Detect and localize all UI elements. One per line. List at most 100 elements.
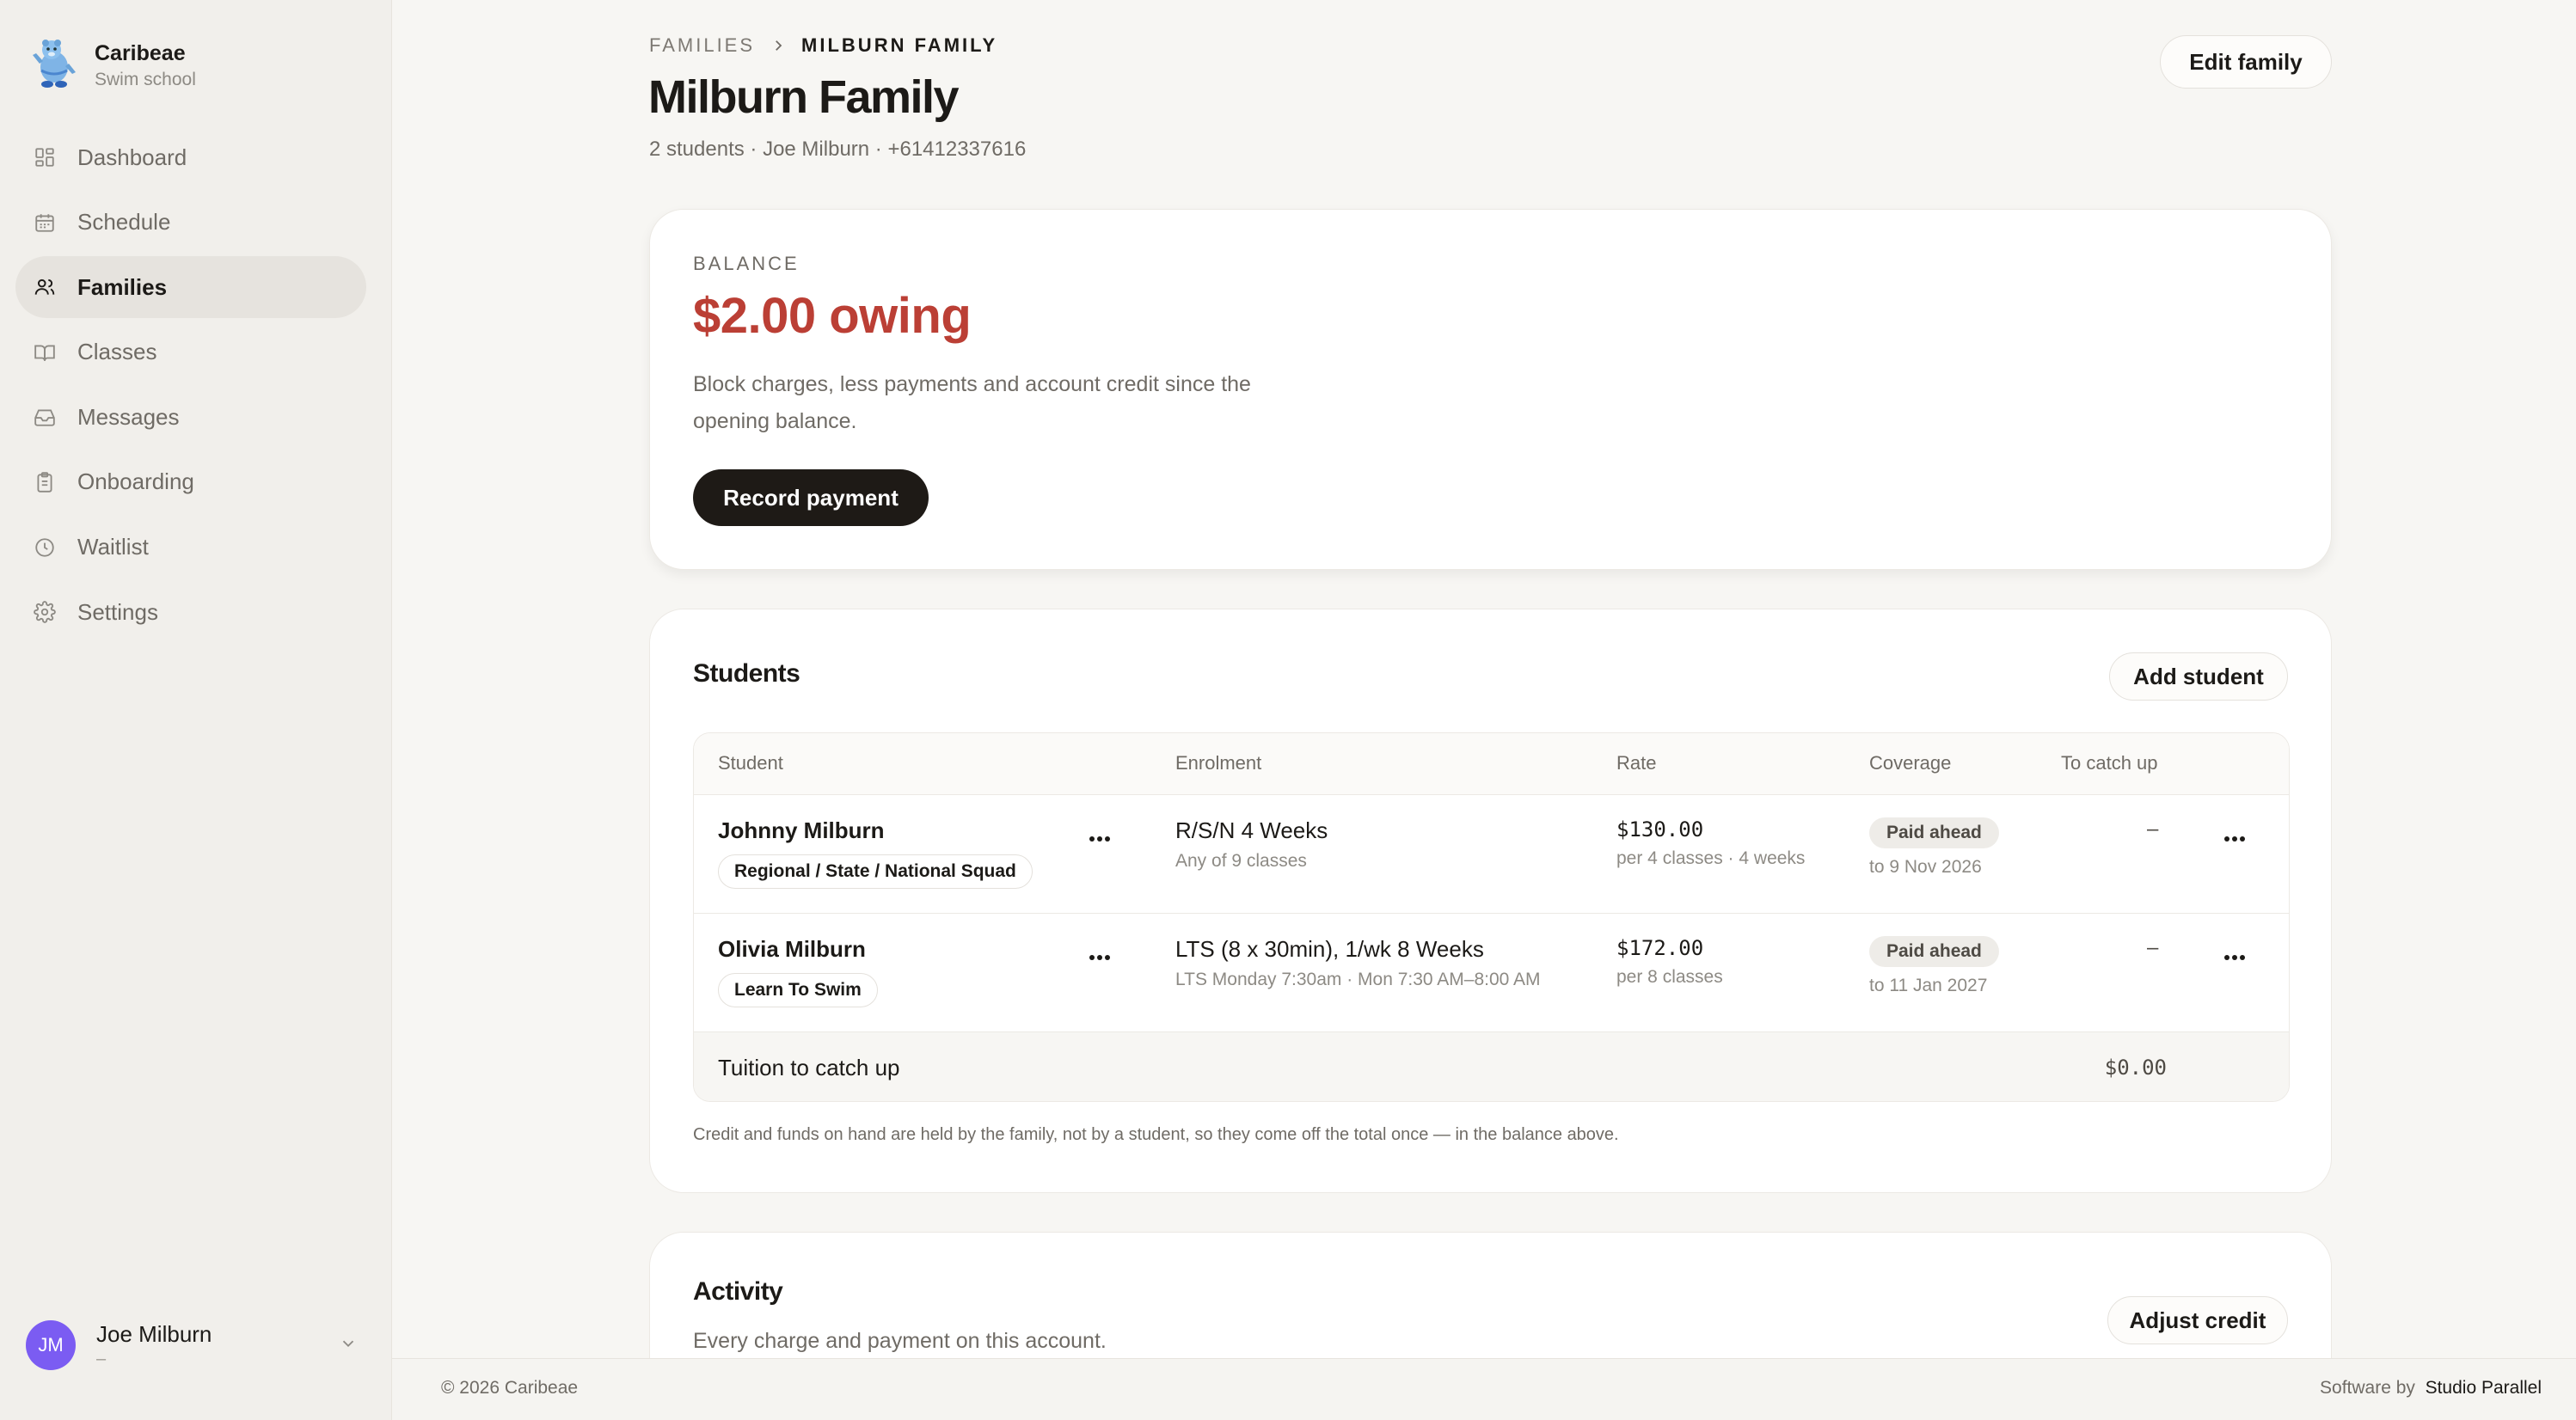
column-header-coverage: Coverage bbox=[1869, 752, 1952, 774]
clipboard-icon bbox=[33, 470, 57, 494]
student-cell: Olivia Milburn Learn To Swim bbox=[718, 936, 878, 1007]
chevron-down-icon bbox=[339, 1334, 358, 1357]
student-name[interactable]: Johnny Milburn bbox=[718, 817, 1033, 844]
credits: Software by Studio Parallel bbox=[2320, 1378, 2542, 1399]
rate-cell: $130.00 per 4 classes · 4 weeks bbox=[1616, 817, 1805, 869]
mascot-logo-icon bbox=[33, 40, 76, 88]
breadcrumb-current: MILBURN FAMILY bbox=[801, 34, 998, 56]
catch-up-total-label: Tuition to catch up bbox=[718, 1055, 900, 1080]
sidebar-item-label: Dashboard bbox=[77, 144, 187, 170]
column-header-enrolment: Enrolment bbox=[1175, 752, 1262, 774]
rate-detail: per 8 classes bbox=[1616, 967, 1723, 987]
breadcrumb: FAMILIES MILBURN FAMILY bbox=[649, 34, 997, 57]
chevron-right-icon bbox=[770, 38, 786, 53]
clock-icon bbox=[33, 536, 57, 560]
adjust-credit-button[interactable]: Adjust credit bbox=[2107, 1296, 2288, 1344]
student-more-button[interactable] bbox=[1083, 949, 1117, 966]
balance-description: Block charges, less payments and account… bbox=[693, 372, 1251, 433]
sidebar-item-schedule[interactable]: Schedule bbox=[15, 192, 366, 254]
breadcrumb-families-link[interactable]: FAMILIES bbox=[649, 34, 755, 57]
sidebar-item-label: Classes bbox=[77, 339, 157, 365]
sidebar-item-messages[interactable]: Messages bbox=[15, 386, 366, 448]
dashboard-icon bbox=[33, 145, 57, 169]
table-header: Student Enrolment Rate Coverage To catch… bbox=[694, 733, 2289, 795]
student-name[interactable]: Olivia Milburn bbox=[718, 936, 878, 963]
brand[interactable]: Caribeae Swim school bbox=[31, 38, 196, 93]
page-footer: © 2026 Caribeae Software by Studio Paral… bbox=[392, 1358, 2576, 1420]
sidebar-nav: Dashboard Schedule Families Classes Mess… bbox=[15, 126, 366, 646]
sidebar: Caribeae Swim school Dashboard Schedule … bbox=[0, 0, 392, 1420]
student-program-tag: Learn To Swim bbox=[718, 973, 878, 1007]
enrolment-cell: R/S/N 4 Weeks Any of 9 classes bbox=[1175, 817, 1328, 872]
catch-up-value: – bbox=[2147, 936, 2159, 959]
sidebar-item-onboarding[interactable]: Onboarding bbox=[15, 451, 366, 513]
book-icon bbox=[33, 340, 57, 364]
table-footer: Tuition to catch up $0.00 bbox=[694, 1032, 2289, 1101]
catch-up-total-value: $0.00 bbox=[2104, 1056, 2167, 1080]
page-title: Milburn Family bbox=[648, 71, 960, 123]
student-program-tag: Regional / State / National Squad bbox=[718, 854, 1033, 889]
enrolment-name: R/S/N 4 Weeks bbox=[1175, 817, 1328, 843]
coverage-cell: Paid ahead to 11 Jan 2027 bbox=[1869, 936, 1999, 996]
users-icon bbox=[33, 275, 57, 299]
column-header-student: Student bbox=[718, 752, 783, 774]
balance-amount: $2.00 owing bbox=[693, 288, 972, 344]
sidebar-item-waitlist[interactable]: Waitlist bbox=[15, 517, 366, 578]
enrolment-detail: Any of 9 classes bbox=[1175, 851, 1307, 871]
sidebar-item-dashboard[interactable]: Dashboard bbox=[15, 126, 366, 188]
page-subtitle: 2 students · Joe Milburn · +61412337616 bbox=[649, 138, 1027, 161]
gear-icon bbox=[33, 600, 57, 624]
edit-family-button[interactable]: Edit family bbox=[2160, 35, 2332, 89]
row-more-button[interactable] bbox=[2217, 830, 2252, 848]
table-row: Johnny Milburn Regional / State / Nation… bbox=[694, 795, 2289, 914]
inbox-icon bbox=[33, 405, 57, 429]
coverage-date: to 9 Nov 2026 bbox=[1869, 857, 1982, 877]
add-student-button[interactable]: Add student bbox=[2109, 652, 2288, 701]
row-more-button[interactable] bbox=[2217, 949, 2252, 966]
balance-label: BALANCE bbox=[693, 253, 800, 274]
column-header-catch-up: To catch up bbox=[2061, 752, 2158, 774]
activity-title: Activity bbox=[693, 1277, 783, 1306]
rate-detail: per 4 classes · 4 weeks bbox=[1616, 848, 1806, 868]
rate-amount: $130.00 bbox=[1616, 817, 1704, 842]
table-row: Olivia Milburn Learn To Swim LTS (8 x 30… bbox=[694, 914, 2289, 1032]
sidebar-item-classes[interactable]: Classes bbox=[15, 321, 366, 383]
user-subtitle: – bbox=[96, 1350, 107, 1368]
enrolment-name: LTS (8 x 30min), 1/wk 8 Weeks bbox=[1175, 936, 1484, 962]
user-name: Joe Milburn bbox=[96, 1321, 212, 1347]
student-cell: Johnny Milburn Regional / State / Nation… bbox=[718, 817, 1033, 889]
sidebar-item-label: Families bbox=[77, 273, 168, 300]
brand-subtitle: Swim school bbox=[95, 70, 196, 89]
activity-card: Activity Every charge and payment on thi… bbox=[649, 1232, 2332, 1358]
more-horizontal-icon bbox=[1089, 836, 1110, 842]
record-payment-button[interactable]: Record payment bbox=[693, 469, 929, 526]
sidebar-item-label: Schedule bbox=[77, 209, 171, 236]
enrolment-detail: LTS Monday 7:30am · Mon 7:30 AM–8:00 AM bbox=[1175, 970, 1541, 989]
sidebar-item-label: Onboarding bbox=[77, 468, 194, 495]
copyright: © 2026 Caribeae bbox=[441, 1378, 579, 1398]
activity-subtitle: Every charge and payment on this account… bbox=[693, 1329, 1107, 1353]
calendar-icon bbox=[33, 211, 57, 235]
coverage-cell: Paid ahead to 9 Nov 2026 bbox=[1869, 817, 1999, 878]
sidebar-item-settings[interactable]: Settings bbox=[15, 581, 366, 643]
user-menu[interactable]: JM Joe Milburn – bbox=[26, 1315, 366, 1375]
more-horizontal-icon bbox=[1089, 955, 1110, 960]
catch-up-value: – bbox=[2147, 817, 2159, 841]
rate-cell: $172.00 per 8 classes bbox=[1616, 936, 1723, 988]
enrolment-cell: LTS (8 x 30min), 1/wk 8 Weeks LTS Monday… bbox=[1175, 936, 1541, 990]
avatar: JM bbox=[26, 1320, 76, 1370]
sidebar-item-label: Waitlist bbox=[77, 534, 149, 560]
students-footnote: Credit and funds on hand are held by the… bbox=[693, 1125, 1619, 1144]
sidebar-item-label: Settings bbox=[77, 598, 158, 625]
coverage-date: to 11 Jan 2027 bbox=[1869, 976, 1988, 995]
status-badge: Paid ahead bbox=[1869, 936, 1999, 967]
balance-card: BALANCE $2.00 owing Block charges, less … bbox=[649, 209, 2332, 570]
sidebar-item-families[interactable]: Families bbox=[15, 256, 366, 319]
credits-prefix: Software by bbox=[2320, 1378, 2415, 1398]
brand-name: Caribeae bbox=[95, 41, 186, 65]
students-card: Students Add student Student Enrolment R… bbox=[649, 609, 2332, 1193]
sidebar-item-label: Messages bbox=[77, 403, 180, 430]
student-more-button[interactable] bbox=[1083, 830, 1117, 848]
studio-link[interactable]: Studio Parallel bbox=[2426, 1378, 2542, 1398]
rate-amount: $172.00 bbox=[1616, 936, 1704, 960]
